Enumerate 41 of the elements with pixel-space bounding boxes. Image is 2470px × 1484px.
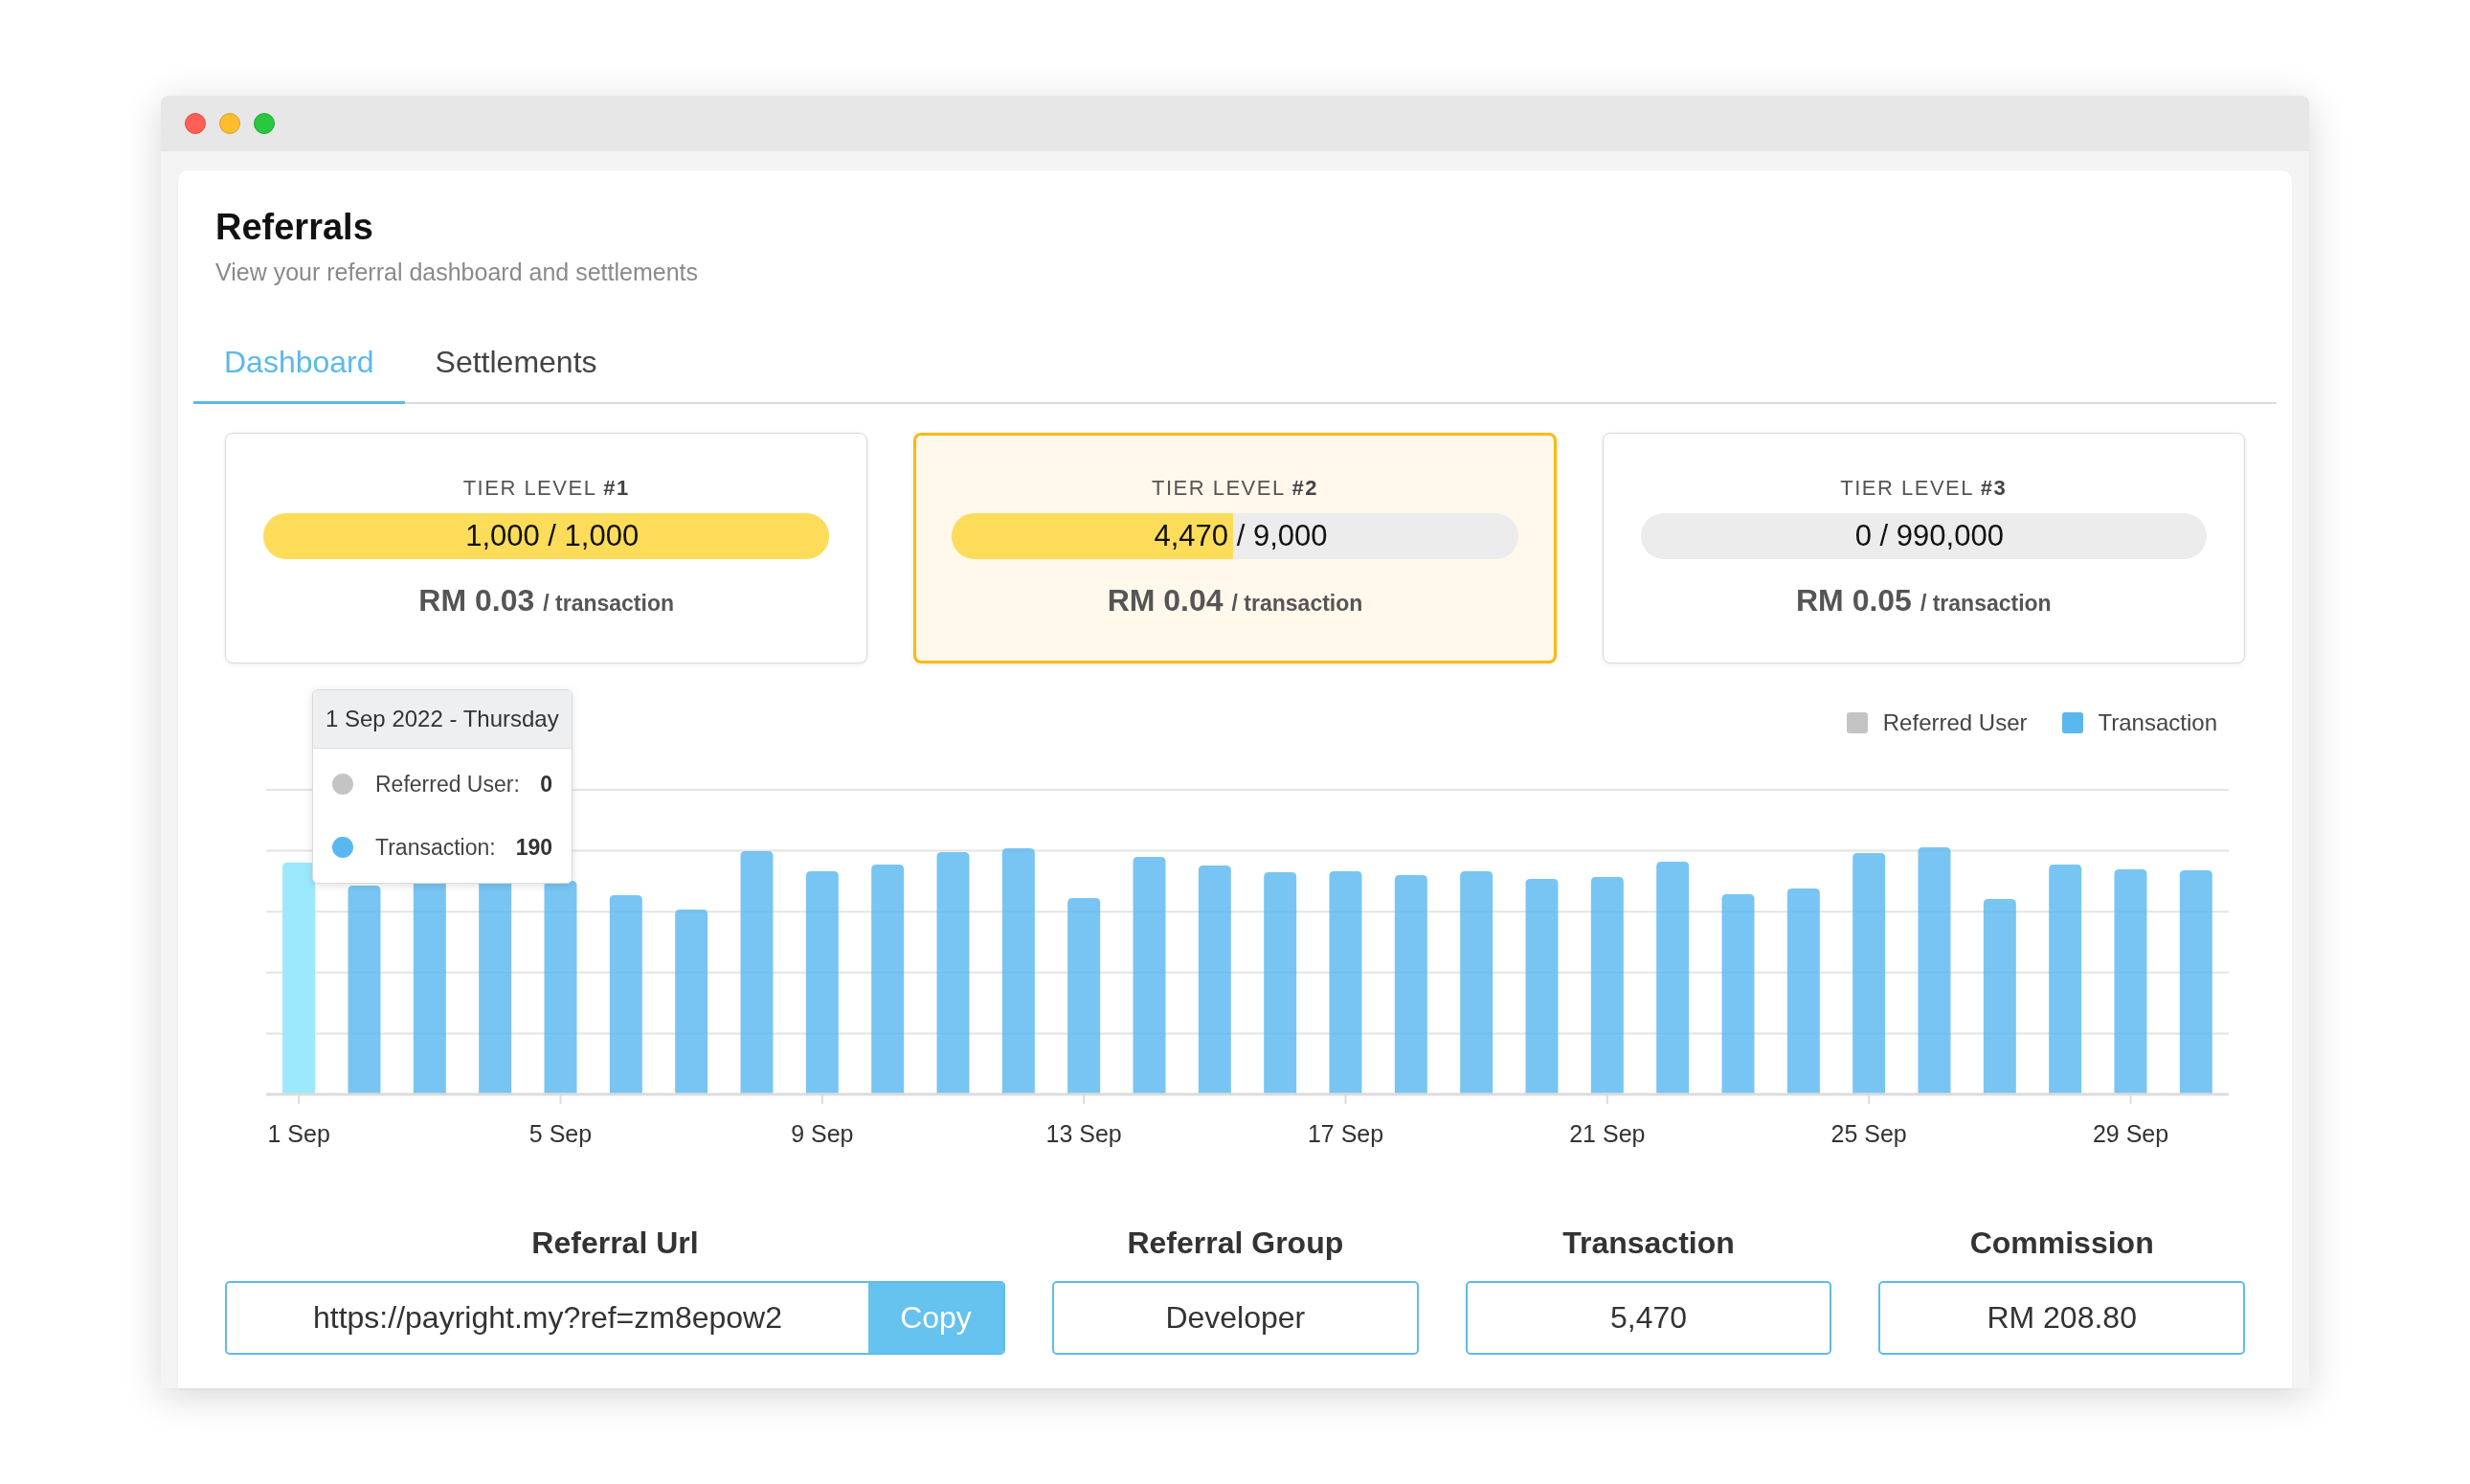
- close-icon[interactable]: [185, 113, 206, 134]
- value-field[interactable]: 5,470: [1465, 1281, 1832, 1355]
- maximize-icon[interactable]: [254, 113, 275, 134]
- tier-title: TIER LEVEL #1: [462, 475, 630, 502]
- tooltip-label: Transaction:: [375, 834, 496, 861]
- value-field[interactable]: RM 208.80: [1878, 1281, 2245, 1355]
- rate-unit: / transaction: [543, 590, 674, 618]
- field-label: Commission: [1969, 1225, 2154, 1260]
- rate-unit: / transaction: [1231, 590, 1363, 618]
- axis-label: 9 Sep: [791, 1120, 854, 1147]
- axis-label: 5 Sep: [528, 1120, 593, 1147]
- value-field[interactable]: Developer: [1052, 1281, 1419, 1355]
- axis-label: 21 Sep: [1569, 1120, 1646, 1147]
- field-label: Referral Group: [1127, 1225, 1344, 1260]
- tier-title: TIER LEVEL #3: [1840, 475, 2008, 502]
- progress-text: 0 / 990,000: [1854, 519, 2004, 553]
- minimize-icon[interactable]: [219, 113, 240, 134]
- rate-unit: / transaction: [1920, 590, 2052, 618]
- url-field[interactable]: https://payright.my?ref=zm8epow2 Copy: [225, 1281, 1005, 1355]
- legend-label: Transaction: [2098, 709, 2217, 736]
- page-title: Referrals: [215, 206, 373, 249]
- rate-amount: RM 0.05: [1795, 582, 1912, 619]
- axis-label: 25 Sep: [1830, 1120, 1907, 1147]
- field-label: Referral Url: [531, 1225, 699, 1260]
- tooltip-value: 190: [514, 834, 552, 861]
- tab[interactable]: Settlements: [404, 344, 628, 404]
- axis-label: 1 Sep: [267, 1120, 330, 1147]
- rate-amount: RM 0.03: [418, 582, 535, 619]
- progress-text: 4,470 / 9,000: [1154, 519, 1328, 553]
- legend-label: Referred User: [1882, 709, 2028, 736]
- axis-label: 29 Sep: [2092, 1120, 2169, 1147]
- rate-amount: RM 0.04: [1107, 582, 1224, 619]
- axis-label: 13 Sep: [1045, 1120, 1122, 1147]
- tier-title: TIER LEVEL #2: [1152, 475, 1318, 502]
- tooltip-header: 1 Sep 2022 - Thursday: [313, 690, 572, 749]
- page-subtitle: View your referral dashboard and settlements: [215, 258, 698, 286]
- progress-text: 1,000 / 1,000: [465, 519, 640, 553]
- tooltip-value: 0: [539, 771, 552, 798]
- tooltip-label: Referred User:: [375, 771, 520, 798]
- field-label: Transaction: [1562, 1225, 1735, 1260]
- axis-label: 17 Sep: [1307, 1120, 1384, 1147]
